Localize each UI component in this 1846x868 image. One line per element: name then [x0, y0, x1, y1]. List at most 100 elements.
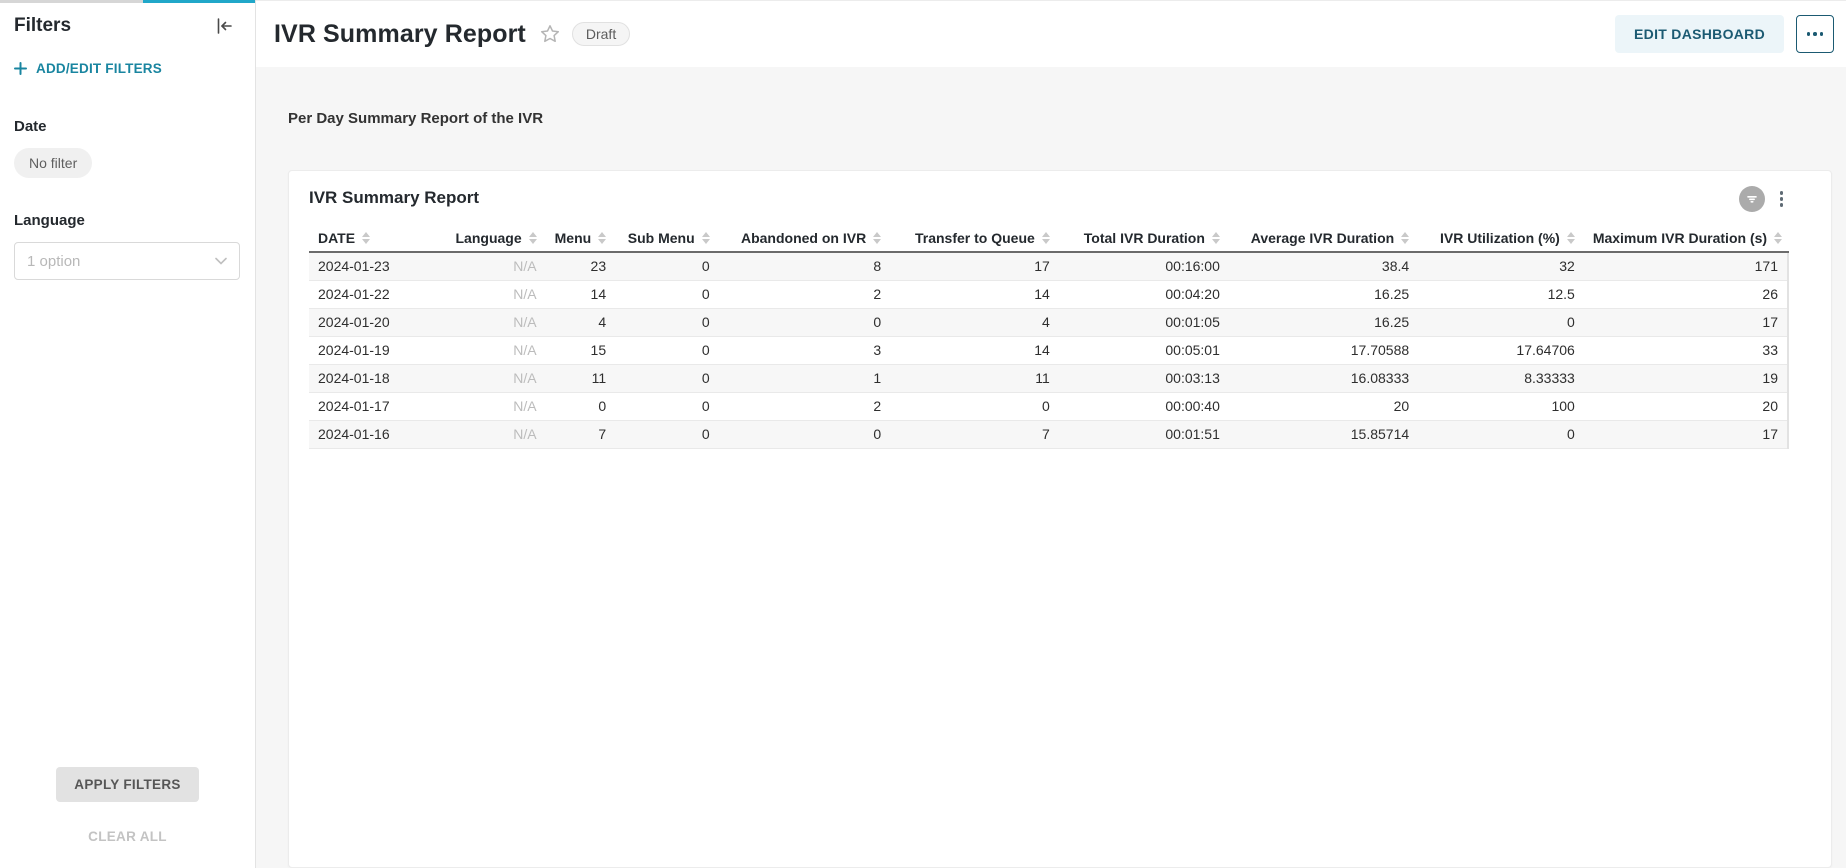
column-header[interactable]: Sub Menu: [615, 225, 719, 252]
table-cell: 26: [1584, 280, 1788, 308]
table-cell: 16.08333: [1229, 364, 1418, 392]
table-cell: 8.33333: [1418, 364, 1584, 392]
sort-icon: [529, 232, 537, 244]
table-cell: 2024-01-18: [309, 364, 427, 392]
table-cell: N/A: [427, 280, 545, 308]
table-cell: 7: [890, 420, 1059, 448]
filters-sidebar: Filters ADD/EDIT FILTERS Date No filter …: [0, 0, 256, 868]
table-cell: 14: [546, 280, 616, 308]
dashboard-header: IVR Summary Report Draft EDIT DASHBOARD: [256, 0, 1846, 67]
table-cell: 11: [890, 364, 1059, 392]
table-cell: 100: [1418, 392, 1584, 420]
table-cell: 2: [719, 392, 891, 420]
column-header[interactable]: Menu: [546, 225, 616, 252]
table-cell: 17: [1584, 308, 1788, 336]
table-cell: N/A: [427, 364, 545, 392]
table-row: 2024-01-16N/A700700:01:5115.85714017: [309, 420, 1788, 448]
table-cell: N/A: [427, 420, 545, 448]
table-cell: 17: [1584, 420, 1788, 448]
table-row: 2024-01-17N/A002000:00:402010020: [309, 392, 1788, 420]
table-cell: 2024-01-17: [309, 392, 427, 420]
table-cell: 17.70588: [1229, 336, 1418, 364]
sort-icon: [1774, 232, 1782, 244]
table-cell: 0: [1418, 308, 1584, 336]
collapse-sidebar-icon[interactable]: [213, 15, 235, 37]
filter-section-language: Language 1 option: [14, 212, 241, 280]
plus-icon: [14, 62, 27, 75]
table-cell: 0: [615, 308, 719, 336]
table-cell: 00:04:20: [1059, 280, 1229, 308]
dashboard-description: Per Day Summary Report of the IVR: [288, 110, 1832, 127]
table-cell: N/A: [427, 252, 545, 280]
table-cell: 7: [546, 420, 616, 448]
table-cell: 0: [719, 308, 891, 336]
column-header[interactable]: IVR Utilization (%): [1418, 225, 1584, 252]
table-cell: 0: [615, 420, 719, 448]
table-cell: 17: [890, 252, 1059, 280]
table-cell: 15: [546, 336, 616, 364]
status-badge: Draft: [572, 22, 630, 46]
sort-icon: [1567, 232, 1575, 244]
table-cell: 16.25: [1229, 280, 1418, 308]
column-header[interactable]: Total IVR Duration: [1059, 225, 1229, 252]
apply-filters-button[interactable]: APPLY FILTERS: [56, 767, 198, 802]
table-row: 2024-01-18N/A11011100:03:1316.083338.333…: [309, 364, 1788, 392]
table-cell: 0: [546, 392, 616, 420]
table-cell: 20: [1229, 392, 1418, 420]
table-cell: 20: [1584, 392, 1788, 420]
table-row: 2024-01-22N/A14021400:04:2016.2512.526: [309, 280, 1788, 308]
applied-filters-icon[interactable]: [1739, 186, 1765, 212]
table-cell: N/A: [427, 336, 545, 364]
table-cell: 2024-01-19: [309, 336, 427, 364]
table-cell: N/A: [427, 392, 545, 420]
table-cell: 00:01:51: [1059, 420, 1229, 448]
sort-icon: [873, 232, 881, 244]
table-cell: 0: [1418, 420, 1584, 448]
table-cell: 0: [615, 364, 719, 392]
table-cell: 19: [1584, 364, 1788, 392]
sort-icon: [702, 232, 710, 244]
table-cell: 12.5: [1418, 280, 1584, 308]
column-header[interactable]: Language: [427, 225, 545, 252]
table-cell: 3: [719, 336, 891, 364]
table-cell: 4: [890, 308, 1059, 336]
table-cell: 00:00:40: [1059, 392, 1229, 420]
table-row: 2024-01-20N/A400400:01:0516.25017: [309, 308, 1788, 336]
column-header[interactable]: Average IVR Duration: [1229, 225, 1418, 252]
table-cell: 4: [546, 308, 616, 336]
favorite-star-icon[interactable]: [540, 24, 560, 44]
table-cell: 2024-01-22: [309, 280, 427, 308]
language-select[interactable]: 1 option: [14, 242, 240, 280]
dashboard-menu-button[interactable]: [1796, 15, 1834, 53]
table-row: 2024-01-23N/A23081700:16:0038.432171: [309, 252, 1788, 280]
column-header[interactable]: DATE: [309, 225, 427, 252]
table-cell: 23: [546, 252, 616, 280]
clear-all-button[interactable]: CLEAR ALL: [88, 829, 167, 844]
sort-icon: [1042, 232, 1050, 244]
sort-icon: [598, 232, 606, 244]
table-cell: 0: [615, 280, 719, 308]
table-cell: 1: [719, 364, 891, 392]
column-header[interactable]: Transfer to Queue: [890, 225, 1059, 252]
filter-label-date: Date: [14, 118, 241, 135]
table-cell: 2024-01-23: [309, 252, 427, 280]
column-header[interactable]: Abandoned on IVR: [719, 225, 891, 252]
dashboard-body: Per Day Summary Report of the IVR IVR Su…: [256, 67, 1846, 868]
sort-icon: [362, 232, 370, 244]
table-cell: 0: [890, 392, 1059, 420]
column-header[interactable]: Maximum IVR Duration (s): [1584, 225, 1788, 252]
table-cell: 15.85714: [1229, 420, 1418, 448]
edit-dashboard-button[interactable]: EDIT DASHBOARD: [1615, 15, 1784, 53]
date-filter-chip[interactable]: No filter: [14, 148, 92, 178]
app-root: Filters ADD/EDIT FILTERS Date No filter …: [0, 0, 1846, 868]
add-edit-filters-link[interactable]: ADD/EDIT FILTERS: [14, 61, 255, 76]
table-cell: 14: [890, 280, 1059, 308]
main-area: IVR Summary Report Draft EDIT DASHBOARD …: [256, 0, 1846, 868]
filter-label-language: Language: [14, 212, 241, 229]
table-cell: 17.64706: [1418, 336, 1584, 364]
chart-menu-icon[interactable]: [1778, 189, 1786, 209]
table-cell: N/A: [427, 308, 545, 336]
table-cell: 0: [615, 336, 719, 364]
table-cell: 171: [1584, 252, 1788, 280]
table-cell: 00:16:00: [1059, 252, 1229, 280]
